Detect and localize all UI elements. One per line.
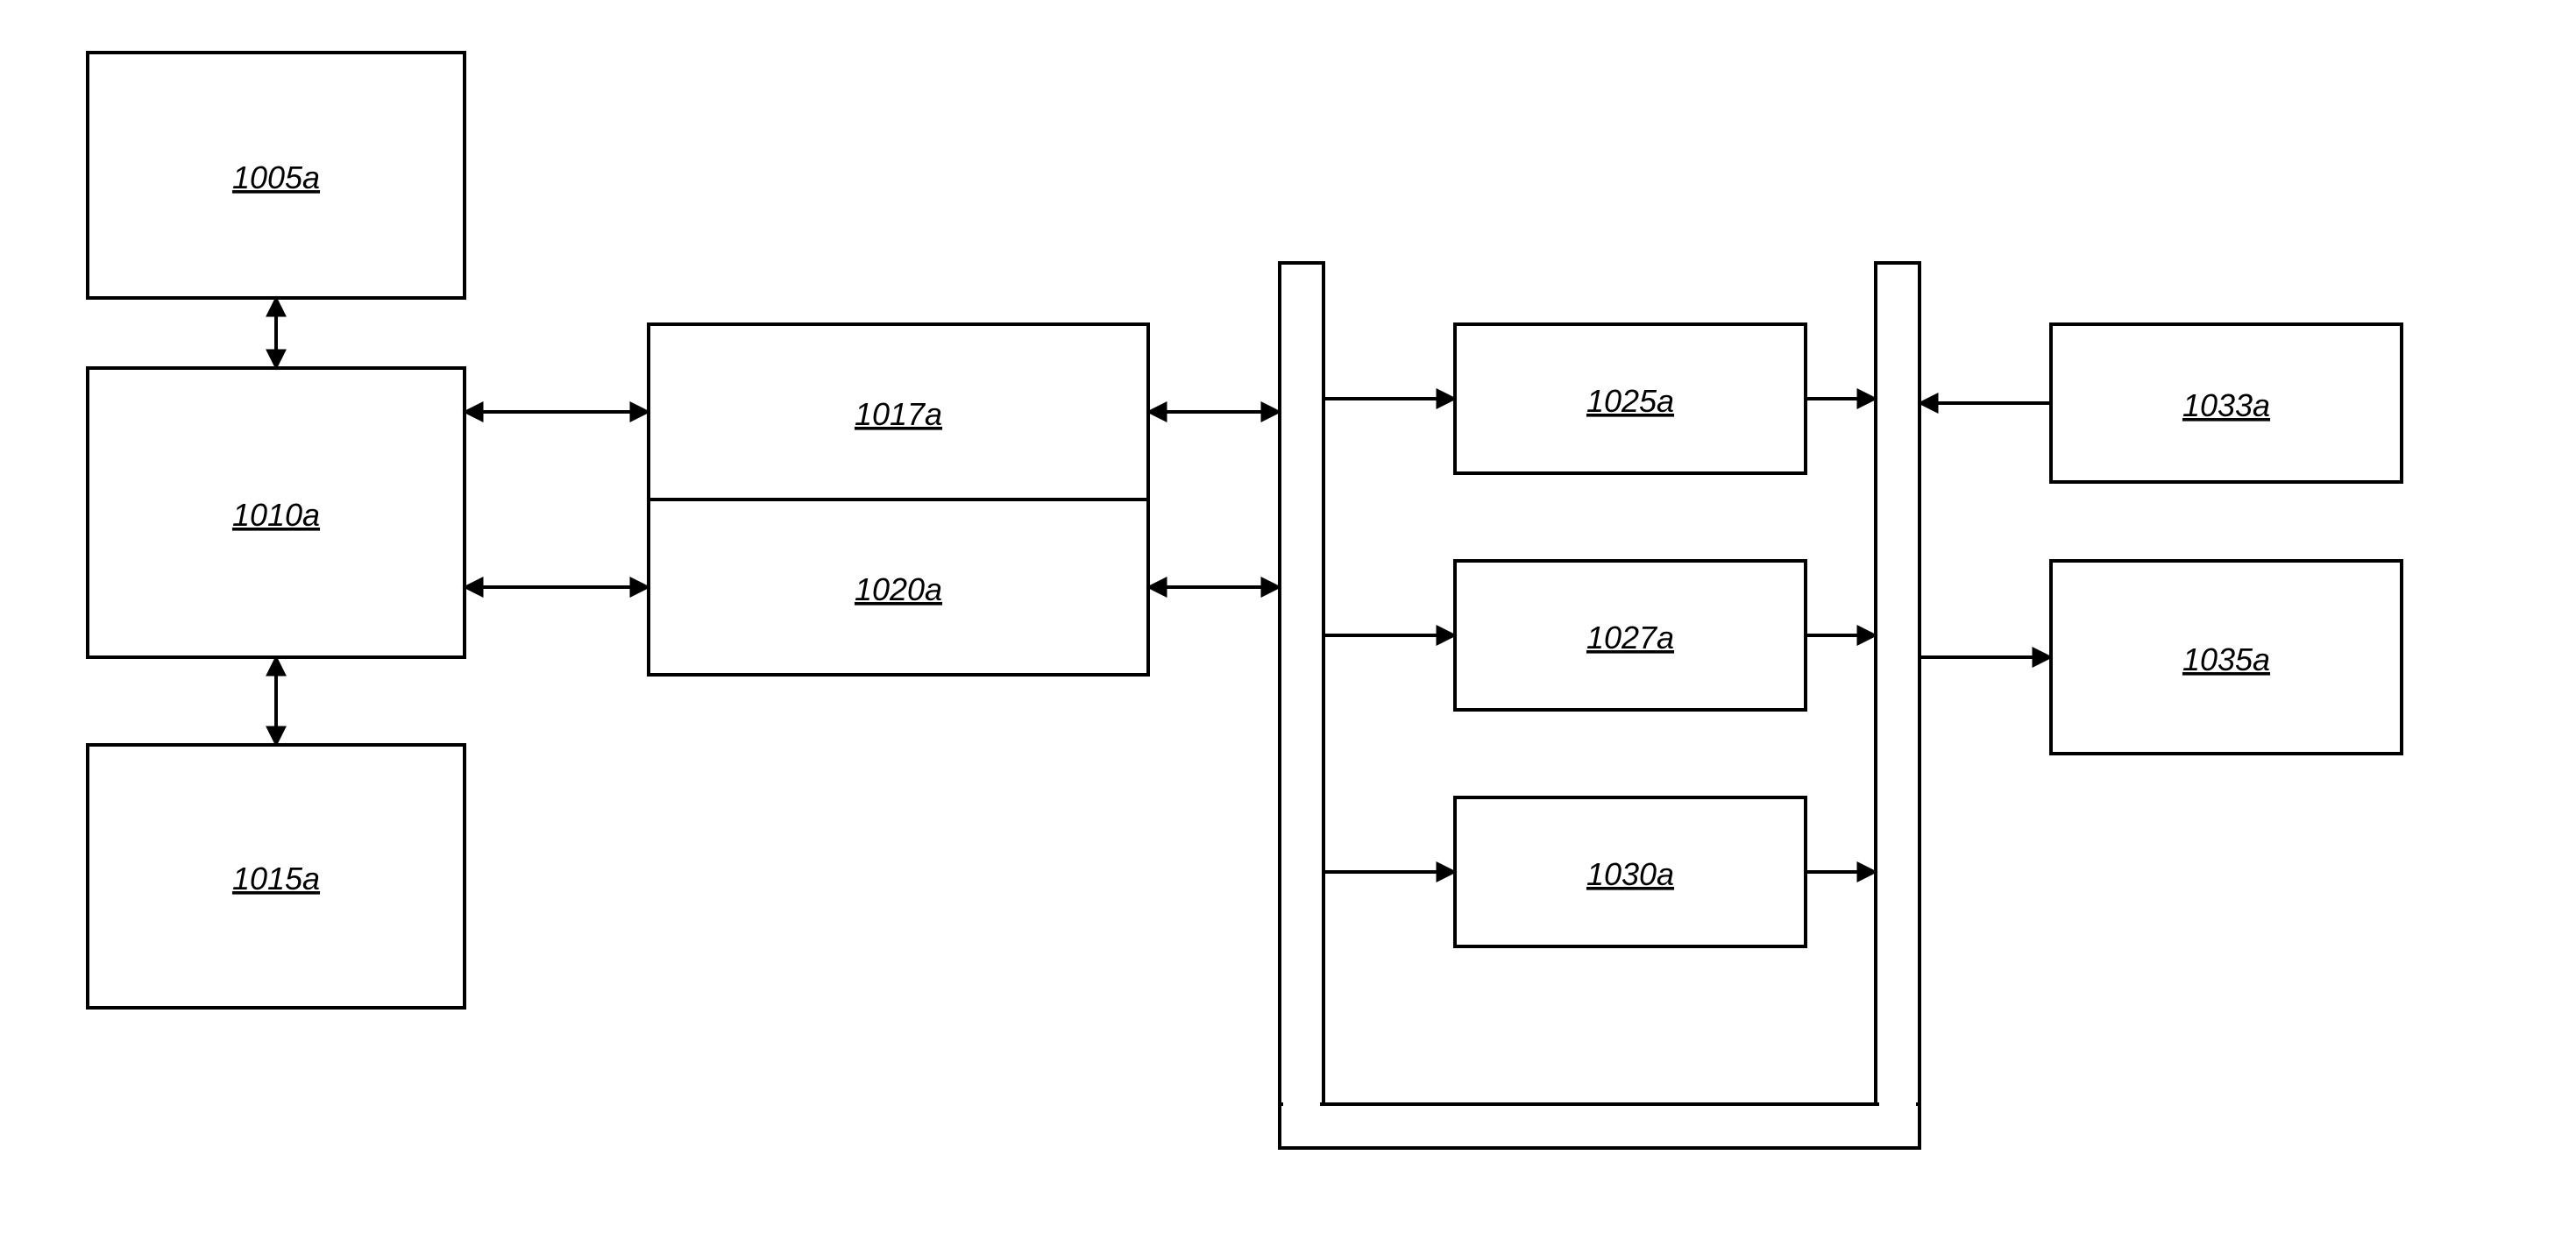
- bus-left-rail: [1280, 263, 1323, 1104]
- label-1035a: 1035a: [2182, 641, 2270, 677]
- label-1005a: 1005a: [232, 159, 320, 195]
- label-1020a: 1020a: [855, 571, 942, 607]
- label-1015a: 1015a: [232, 861, 320, 896]
- label-1027a: 1027a: [1586, 620, 1674, 655]
- label-1010a: 1010a: [232, 497, 320, 533]
- label-1017a: 1017a: [855, 396, 942, 432]
- bus-bottom-rail: [1280, 1104, 1920, 1148]
- block-diagram: 1005a 1010a 1015a 1017a 1020a 1025a 1027…: [0, 0, 2576, 1240]
- bus-right-rail: [1876, 263, 1920, 1104]
- label-1030a: 1030a: [1586, 856, 1674, 892]
- label-1025a: 1025a: [1586, 383, 1674, 419]
- label-1033a: 1033a: [2182, 387, 2270, 423]
